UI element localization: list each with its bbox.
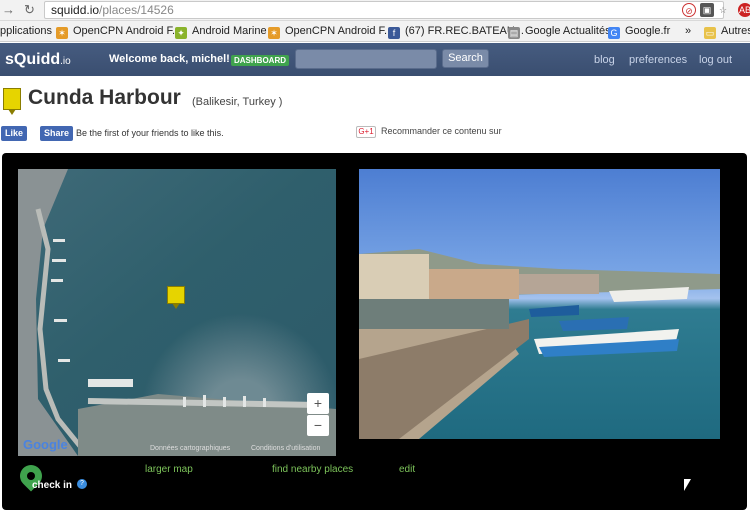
- google-plus-button[interactable]: G+1: [356, 126, 376, 138]
- facebook-icon: f: [388, 27, 400, 39]
- nav-preferences[interactable]: preferences: [629, 54, 687, 66]
- dashboard-button[interactable]: DASHBOARD: [231, 55, 289, 66]
- google-icon: G: [608, 27, 620, 39]
- reload-icon[interactable]: ↻: [24, 2, 35, 18]
- harbour-map-marker-icon[interactable]: [167, 286, 185, 309]
- map-terms-link[interactable]: Conditions d'utilisation: [251, 445, 320, 452]
- bookmarks-bar: pplications ✶ OpenCPN Android F... ✦ Andro…: [0, 21, 750, 42]
- info-icon[interactable]: ?: [77, 479, 87, 489]
- search-input[interactable]: [295, 49, 437, 69]
- folder-icon: ▭: [704, 27, 716, 39]
- opencpn-icon: ✶: [268, 27, 280, 39]
- map-zoom-in-button[interactable]: +: [307, 393, 329, 414]
- url-path: /places/14526: [99, 3, 174, 17]
- bookmark-facebook[interactable]: f (67) FR.REC.BATEAU...: [388, 25, 524, 39]
- url-host: squidd.io: [51, 3, 100, 17]
- search-button[interactable]: Search: [442, 49, 489, 68]
- extension-icon[interactable]: ▣: [700, 3, 714, 17]
- mouse-cursor-icon: [684, 479, 691, 491]
- block-extension-icon[interactable]: ⊘: [682, 3, 696, 17]
- find-nearby-link[interactable]: find nearby places: [272, 464, 353, 475]
- satellite-map[interactable]: [18, 169, 336, 456]
- browser-address-bar: → ↻ squidd.io/places/14526 ⊘ ▣ ☆ AB: [0, 0, 750, 21]
- android-icon: ✦: [175, 27, 187, 39]
- bookmark-google-actualites[interactable]: ▤ Google Actualités: [508, 25, 611, 39]
- facebook-like-button[interactable]: Like: [1, 126, 28, 141]
- facebook-like-text: Be the first of your friends to like thi…: [76, 128, 224, 138]
- edit-link[interactable]: edit: [399, 464, 415, 475]
- bookmark-applications[interactable]: pplications: [0, 25, 52, 37]
- back-arrow-icon[interactable]: →: [2, 2, 15, 17]
- map-imagery: [18, 169, 336, 456]
- harbour-marker-icon: [3, 88, 21, 115]
- page-title: Cunda Harbour: [28, 86, 181, 109]
- news-icon: ▤: [508, 27, 520, 39]
- larger-map-link[interactable]: larger map: [145, 464, 193, 475]
- bookmark-android-marine[interactable]: ✦ Android Marine: [175, 25, 267, 39]
- nav-blog[interactable]: blog: [594, 54, 615, 66]
- site-logo[interactable]: sQuidd.io: [5, 51, 71, 69]
- bookmark-opencpn-1[interactable]: ✶ OpenCPN Android F...: [56, 25, 181, 39]
- harbour-photo-image: [359, 249, 720, 439]
- bookmarks-overflow[interactable]: »: [685, 25, 691, 37]
- harbour-photo[interactable]: [359, 169, 720, 439]
- map-zoom-out-button[interactable]: −: [307, 415, 329, 436]
- url-field[interactable]: squidd.io/places/14526: [44, 1, 724, 19]
- nav-logout[interactable]: log out: [699, 54, 732, 66]
- opencpn-icon: ✶: [56, 27, 68, 39]
- adblock-icon[interactable]: AB: [738, 3, 750, 17]
- bookmark-google-fr[interactable]: G Google.fr: [608, 25, 670, 39]
- checkin-button[interactable]: check in: [32, 480, 72, 491]
- google-logo: Google: [23, 437, 68, 452]
- place-location: (Balikesir, Turkey ): [192, 96, 283, 108]
- bookmark-star-icon[interactable]: ☆: [716, 3, 730, 17]
- facebook-share-button[interactable]: Share: [40, 126, 74, 141]
- bookmark-opencpn-2[interactable]: ✶ OpenCPN Android F...: [268, 25, 393, 39]
- google-plus-text: Recommander ce contenu sur: [381, 126, 502, 136]
- site-header: sQuidd.io Welcome back, michel! DASHBOAR…: [0, 43, 750, 76]
- bookmark-autres[interactable]: ▭ Autres: [704, 25, 750, 39]
- map-attribution[interactable]: Données cartographiques: [150, 445, 230, 452]
- welcome-text: Welcome back, michel!: [109, 53, 230, 65]
